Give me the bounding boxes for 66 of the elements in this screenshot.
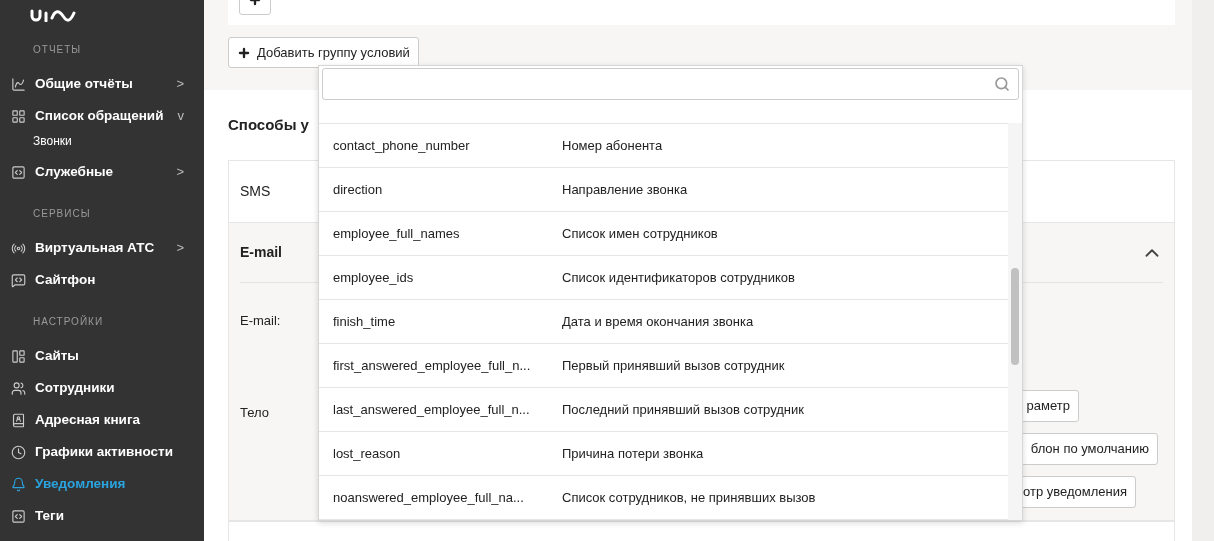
channel-label: E-mail	[240, 243, 282, 262]
grid-icon	[11, 108, 26, 124]
variable-name: direction	[333, 180, 384, 199]
variable-option[interactable]: noanswered_employee_full_na... Список сотрудников, не принявших вызов	[319, 476, 1008, 520]
scrollbar-thumb[interactable]	[1011, 268, 1019, 365]
arrow-sign: v	[177, 107, 184, 126]
sidebar-item[interactable]: Список обращений v	[0, 100, 204, 132]
variable-name: noanswered_employee_full_na...	[333, 488, 525, 507]
section-heading: ОТЧЕТЫ	[32, 43, 83, 57]
variable-description: Дата и время окончания звонка	[562, 312, 754, 331]
sidebar-item[interactable]: Сотрудники	[0, 372, 204, 404]
section-heading: НАСТРОЙКИ	[32, 314, 105, 329]
variable-name: employee_full_names	[333, 224, 461, 243]
sidebar-item[interactable]: Сайтфон	[0, 264, 204, 296]
variable-name: last_answered_employee_full_n...	[333, 400, 531, 419]
field-label: Тело	[240, 403, 270, 422]
table-icon	[11, 348, 26, 364]
section-title: Способы у	[228, 115, 310, 134]
variable-description: Список сотрудников, не принявших вызов	[562, 488, 816, 507]
code-window-icon	[11, 508, 26, 524]
variable-description: Причина потери звонка	[562, 444, 704, 463]
logo	[30, 8, 76, 22]
variable-name: lost_reason	[333, 444, 402, 463]
sidebar-subitem[interactable]: Звонки	[0, 132, 204, 150]
variable-option[interactable]: finish_time Дата и время окончания звонка	[319, 300, 1008, 344]
variable-name: first_answered_employee_full_n...	[333, 356, 532, 375]
add-group-button[interactable]: Добавить группу условий	[228, 37, 419, 68]
variable-description: Направление звонка	[562, 180, 688, 199]
users-icon	[11, 380, 26, 396]
arrow-sign: >	[176, 75, 184, 94]
bell-icon	[11, 476, 26, 492]
variable-option[interactable]: employee_ids Список идентификаторов сотрудников	[319, 256, 1008, 300]
sidebar-item[interactable]: Общие отчёты >	[0, 68, 204, 100]
plus-icon	[237, 45, 251, 60]
search-icon	[994, 76, 1010, 92]
code-window-icon	[11, 164, 26, 180]
sidebar-item[interactable]: Адресная книга	[0, 404, 204, 436]
search-field[interactable]	[322, 68, 1019, 100]
clock-icon	[11, 444, 26, 460]
variable-description: Последний принявший вызов сотрудник	[562, 400, 804, 419]
variable-option[interactable]: contact_phone_number Номер абонента	[319, 124, 1008, 168]
variable-name: finish_time	[333, 312, 397, 331]
sidebar-item[interactable]: Служебные >	[0, 156, 204, 188]
variable-description: Список идентификаторов сотрудников	[562, 268, 795, 287]
sidebar-item[interactable]: Сайты	[0, 340, 204, 372]
variable-option[interactable]: direction Направление звонка	[319, 168, 1008, 212]
variable-option[interactable]: lost_reason Причина потери звонка	[319, 432, 1008, 476]
variable-option[interactable]: first_answered_employee_full_n... Первый принявший вызов сотрудник	[319, 344, 1008, 388]
variable-name: contact_phone_number	[333, 136, 471, 155]
variable-description: Первый принявший вызов сотрудник	[562, 356, 785, 375]
chart-icon	[11, 76, 26, 92]
sidebar-item[interactable]: Уведомления	[0, 468, 204, 500]
variable-name: employee_ids	[333, 268, 415, 287]
sidebar-item[interactable]: Графики активности	[0, 436, 204, 468]
address-book-icon	[11, 412, 26, 428]
variable-option[interactable]: employee_full_names Список имен сотрудников	[319, 212, 1008, 256]
section-heading: СЕРВИСЫ	[32, 207, 92, 221]
sidebar-item[interactable]: Теги	[0, 500, 204, 532]
variable-option[interactable]: last_answered_employee_full_n... Последний принявший вызов сотрудник	[319, 388, 1008, 432]
variable-description: Список имен сотрудников	[562, 224, 718, 243]
arrow-sign: >	[176, 239, 184, 258]
chat-bubble-icon	[11, 272, 26, 288]
field-label: E-mail:	[240, 312, 282, 330]
sidebar-item[interactable]: Виртуальная АТС >	[0, 232, 204, 264]
variable-description: Номер абонента	[562, 136, 663, 155]
arrow-sign: >	[176, 163, 184, 182]
